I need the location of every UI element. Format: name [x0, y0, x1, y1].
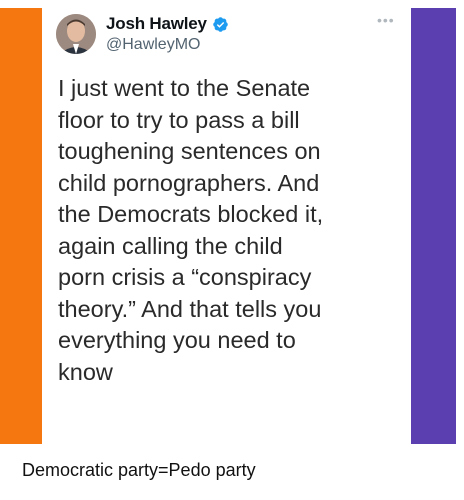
tweet-text-line: toughening sentences on [58, 138, 321, 164]
verified-badge-icon [213, 16, 228, 32]
tweet-text-line: floor to try to pass a bill [58, 106, 300, 133]
meme-caption: Democratic party=Pedo party [22, 460, 256, 480]
right-color-stripe [411, 8, 456, 444]
tweet-text-line: child pornographers. And [58, 169, 320, 196]
more-dots-icon[interactable]: ••• [377, 12, 395, 28]
tweet-text: I just went to the Senate floor to try t… [58, 73, 403, 388]
avatar[interactable] [56, 14, 96, 54]
tweet-text-line: again calling the child [58, 232, 283, 259]
tweet-text-line: I just went to the Senate [58, 75, 311, 101]
display-name[interactable]: Josh Hawley [106, 14, 207, 34]
profile-photo [56, 14, 96, 54]
user-handle[interactable]: @HawleyMO [106, 36, 200, 54]
tweet-text-line: know [58, 358, 113, 385]
tweet-text-line: theory.” And that tells you [58, 295, 322, 322]
tweet-text-line: the Democrats blocked it, [58, 201, 324, 227]
tweet-text-line: everything you need to [58, 327, 296, 353]
tweet-card[interactable]: Josh Hawley @HawleyMO ••• I just went to… [42, 0, 411, 446]
tweet-text-line: porn crisis a “conspiracy [58, 264, 312, 290]
left-color-stripe [0, 8, 42, 444]
